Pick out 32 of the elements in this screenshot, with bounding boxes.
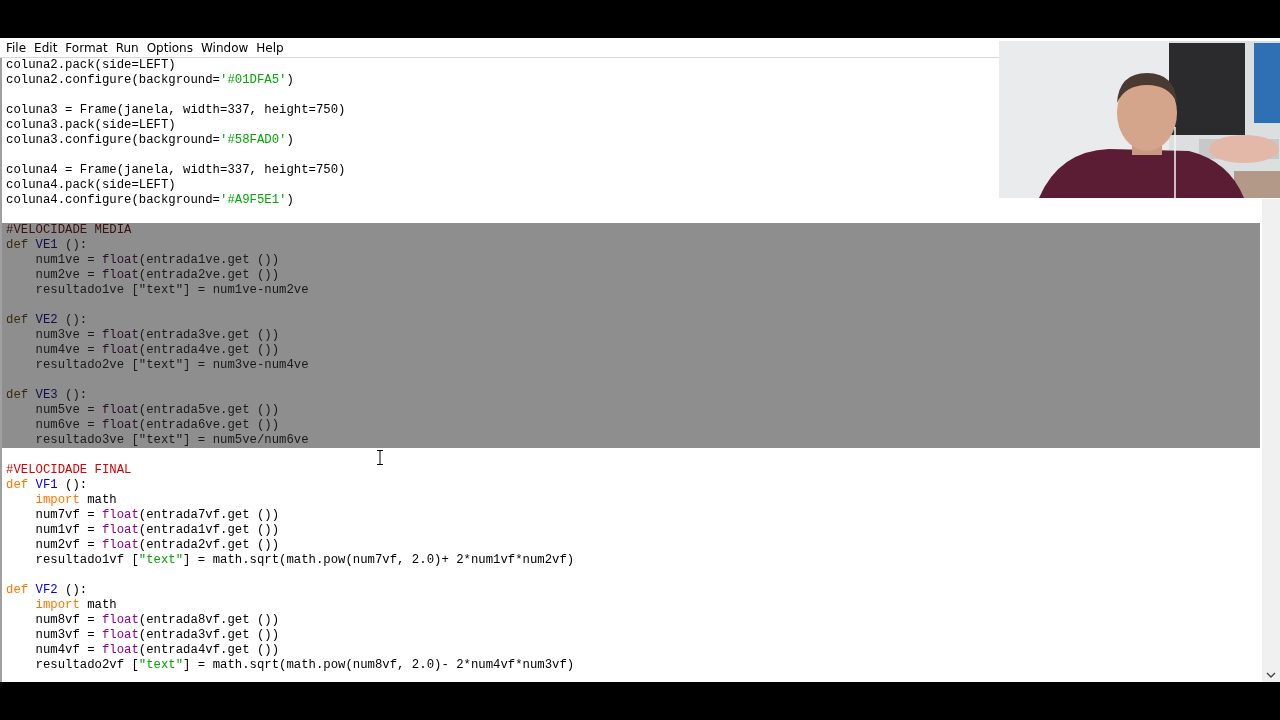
code-line: resultado1vf ["text"] = math.sqrt(math.pow(num7vf, 2.0)+ 2*num1vf*num2vf) — [34, 553, 576, 568]
code-line: #VELOCIDADE FINAL — [5, 463, 133, 478]
menu-item[interactable]: Format — [61, 40, 112, 55]
scroll-down-icon[interactable] — [1266, 671, 1276, 679]
code-line: coluna3 = Frame(janela, width=337, height=750) — [5, 103, 347, 118]
scrollbar[interactable] — [1262, 199, 1280, 682]
menu-item[interactable]: Run — [111, 40, 143, 55]
code-line: import math — [34, 598, 118, 613]
code-editor[interactable] — [0, 58, 1262, 682]
code-line: coluna2.pack(side=LEFT) — [5, 58, 177, 73]
code-line: coluna4.pack(side=LEFT) — [5, 178, 177, 193]
code-line: num1vf = float(entrada1vf.get ()) — [34, 523, 281, 538]
code-line: coluna4.configure(background='#A9F5E1') — [5, 193, 295, 208]
code-line: import math — [34, 493, 118, 508]
code-line: def VF2 (): — [5, 583, 89, 598]
code-line: num8vf = float(entrada8vf.get ()) — [34, 613, 281, 628]
menu-item[interactable]: Options — [142, 40, 197, 55]
code-line: num4vf = float(entrada4vf.get ()) — [34, 643, 281, 658]
menu-item[interactable]: File — [2, 40, 31, 55]
menu-item[interactable]: Help — [252, 40, 288, 55]
code-line: coluna4 = Frame(janela, width=337, height=750) — [5, 163, 347, 178]
menu-item[interactable]: Edit — [30, 40, 62, 55]
code-line: def VF1 (): — [5, 478, 89, 493]
code-line: num3vf = float(entrada3vf.get ()) — [34, 628, 281, 643]
code-line: coluna3.pack(side=LEFT) — [5, 118, 177, 133]
text-cursor-icon — [376, 450, 384, 465]
code-line: coluna2.configure(background='#01DFA5') — [5, 73, 295, 88]
code-line: num2vf = float(entrada2vf.get ()) — [34, 538, 281, 553]
code-line: coluna3.configure(background='#58FAD0') — [5, 133, 295, 148]
code-line: resultado2vf ["text"] = math.sqrt(math.pow(num8vf, 2.0)- 2*num4vf*num3vf) — [34, 658, 576, 673]
menu-item[interactable]: Window — [196, 40, 253, 55]
code-line: num7vf = float(entrada7vf.get ()) — [34, 508, 281, 523]
